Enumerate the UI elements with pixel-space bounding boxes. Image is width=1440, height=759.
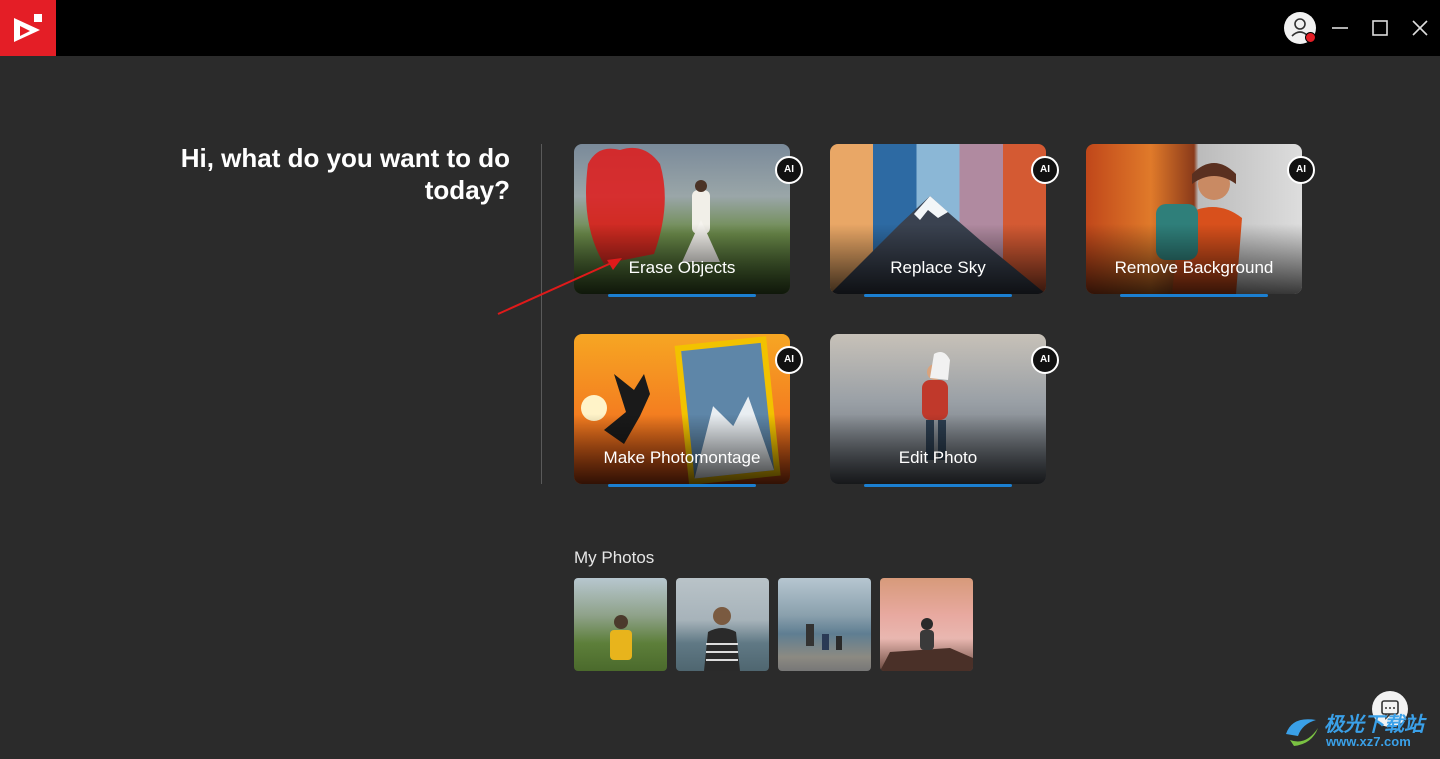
page-title-line1: Hi, what do you want to do: [180, 143, 510, 173]
ai-badge: AI: [1031, 156, 1059, 184]
watermark-logo-icon: [1286, 719, 1318, 746]
photo-thumbnail[interactable]: [574, 578, 667, 671]
maximize-button[interactable]: [1368, 16, 1392, 40]
my-photos-title: My Photos: [574, 548, 655, 567]
page-title-line2: today?: [424, 175, 510, 205]
user-account-button[interactable]: [1284, 12, 1316, 44]
make-photomontage-label: Make Photomontage: [603, 448, 761, 467]
edit-photo-card[interactable]: Edit Photo AI: [830, 334, 1059, 487]
ai-badge: AI: [1031, 346, 1059, 374]
photo-thumbnail[interactable]: [676, 578, 769, 671]
watermark: 极光下载站 www.xz7.com: [1282, 706, 1438, 754]
card-underline: [864, 294, 1012, 297]
title-bar: [0, 0, 1440, 56]
close-button[interactable]: [1408, 16, 1432, 40]
ai-badge: AI: [775, 346, 803, 374]
card-underline: [608, 484, 756, 487]
remove-background-card[interactable]: Remove Background AI: [1086, 144, 1315, 297]
card-underline: [864, 484, 1012, 487]
ai-badge: AI: [1287, 156, 1315, 184]
app-logo-icon: [0, 0, 56, 56]
close-icon: [1412, 20, 1428, 36]
replace-sky-label: Replace Sky: [890, 258, 986, 277]
photo-thumbnail[interactable]: [880, 578, 973, 671]
photo-thumbnail[interactable]: [778, 578, 871, 671]
replace-sky-card[interactable]: Replace Sky AI: [830, 144, 1059, 297]
edit-photo-label: Edit Photo: [898, 448, 978, 467]
annotation-arrow-icon: [497, 258, 622, 315]
minimize-icon: [1332, 27, 1348, 29]
maximize-icon: [1372, 20, 1388, 36]
watermark-title: 极光下载站: [1324, 714, 1424, 736]
card-underline: [608, 294, 756, 297]
minimize-button[interactable]: [1328, 16, 1352, 40]
page-title: Hi, what do you want to do today?: [100, 142, 510, 206]
watermark-url: www.xz7.com: [1326, 734, 1411, 749]
remove-background-label: Remove Background: [1114, 258, 1274, 277]
notification-dot: [1305, 32, 1316, 43]
ai-badge: AI: [775, 156, 803, 184]
card-underline: [1120, 294, 1268, 297]
make-photomontage-card[interactable]: Make Photomontage AI: [574, 334, 803, 487]
